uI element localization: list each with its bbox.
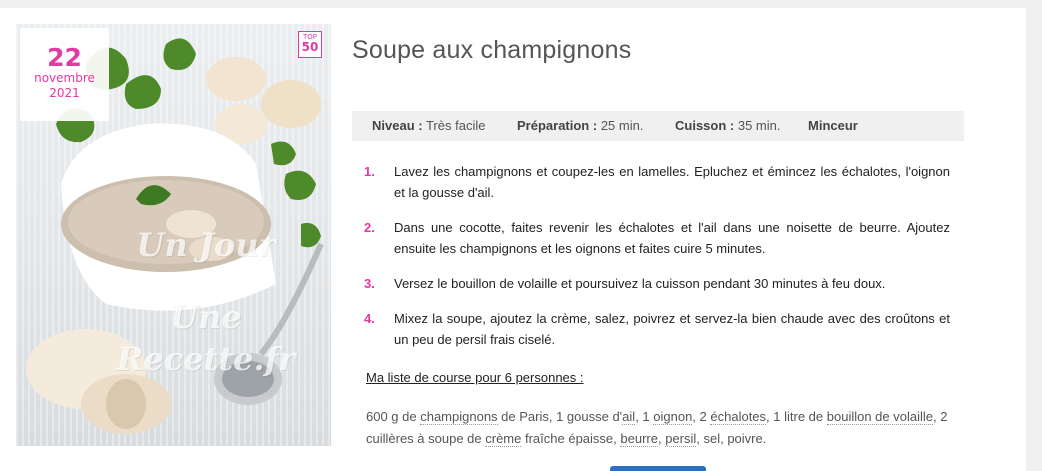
step-number: 4.	[364, 311, 375, 326]
niveau-info: Niveau : Très facile	[372, 111, 485, 141]
link-oignon[interactable]: oignon	[653, 409, 693, 425]
step-item: 3. Versez le bouillon de volaille et pou…	[364, 273, 950, 294]
recipe-steps: 1. Lavez les champignons et coupez-les e…	[364, 161, 950, 350]
step-text: Dans une cocotte, faites revenir les éch…	[394, 220, 950, 256]
link-beurre[interactable]: beurre	[620, 431, 658, 447]
watermark-line-1: Un Jour	[136, 226, 276, 264]
date-year: 2021	[49, 86, 80, 100]
link-creme[interactable]: crème	[485, 431, 522, 447]
niveau-label: Niveau :	[372, 118, 423, 133]
step-number: 1.	[364, 164, 375, 179]
link-echalotes[interactable]: échalotes	[710, 409, 767, 425]
step-item: 4. Mixez la soupe, ajoutez la crème, sal…	[364, 308, 950, 350]
step-number: 3.	[364, 276, 375, 291]
link-persil[interactable]: persil	[665, 431, 697, 447]
watermark: Un Jour Une Recette.fr	[76, 224, 331, 380]
step-item: 2. Dans une cocotte, faites revenir les …	[364, 217, 950, 259]
shopping-text: , sel, poivre.	[696, 431, 767, 446]
shopping-list: 600 g de champignons de Paris, 1 gousse …	[366, 406, 976, 450]
top-number: 50	[301, 40, 319, 54]
date-day: 22	[47, 43, 82, 72]
shopping-text: 600 g de	[366, 409, 421, 424]
date-month: novembre	[34, 71, 95, 85]
preparation-label: Préparation :	[517, 118, 598, 133]
link-champignons[interactable]: champignons	[420, 409, 498, 425]
minceur-tag[interactable]: Minceur	[808, 111, 858, 141]
watermark-line-2: Une Recette.fr	[116, 298, 296, 378]
minceur-label: Minceur	[808, 118, 858, 133]
link-bouillon-de-volaille[interactable]: bouillon de volaille	[826, 409, 933, 425]
step-text: Lavez les champignons et coupez-les en l…	[394, 164, 950, 200]
preparation-value: 25 min.	[600, 118, 644, 133]
step-text: Mixez la soupe, ajoutez la crème, salez,…	[394, 311, 950, 347]
shopping-text: , 1 litre de	[766, 409, 827, 424]
date-badge: 22 novembre 2021	[20, 28, 109, 121]
recipe-info-bar: Niveau : Très facile Préparation : 25 mi…	[352, 111, 964, 141]
shopping-text: , 1	[635, 409, 654, 424]
cuisson-info: Cuisson : 35 min.	[675, 111, 781, 141]
recipe-title: Soupe aux champignons	[352, 36, 632, 64]
partial-button[interactable]	[610, 466, 706, 471]
link-ail[interactable]: ail	[622, 409, 636, 425]
shopping-text: de Paris, 1 gousse d'	[497, 409, 623, 424]
top50-badge[interactable]: TOP 50	[298, 31, 322, 58]
shopping-text: , 2	[692, 409, 711, 424]
preparation-info: Préparation : 25 min.	[517, 111, 643, 141]
cuisson-label: Cuisson :	[675, 118, 735, 133]
step-text: Versez le bouillon de volaille et poursu…	[394, 276, 886, 291]
niveau-value: Très facile	[425, 118, 486, 133]
step-number: 2.	[364, 220, 375, 235]
step-item: 1. Lavez les champignons et coupez-les e…	[364, 161, 950, 203]
shopping-text: fraîche épaisse,	[521, 431, 621, 446]
shopping-list-title: Ma liste de course pour 6 personnes :	[366, 370, 584, 385]
cuisson-value: 35 min.	[737, 118, 781, 133]
